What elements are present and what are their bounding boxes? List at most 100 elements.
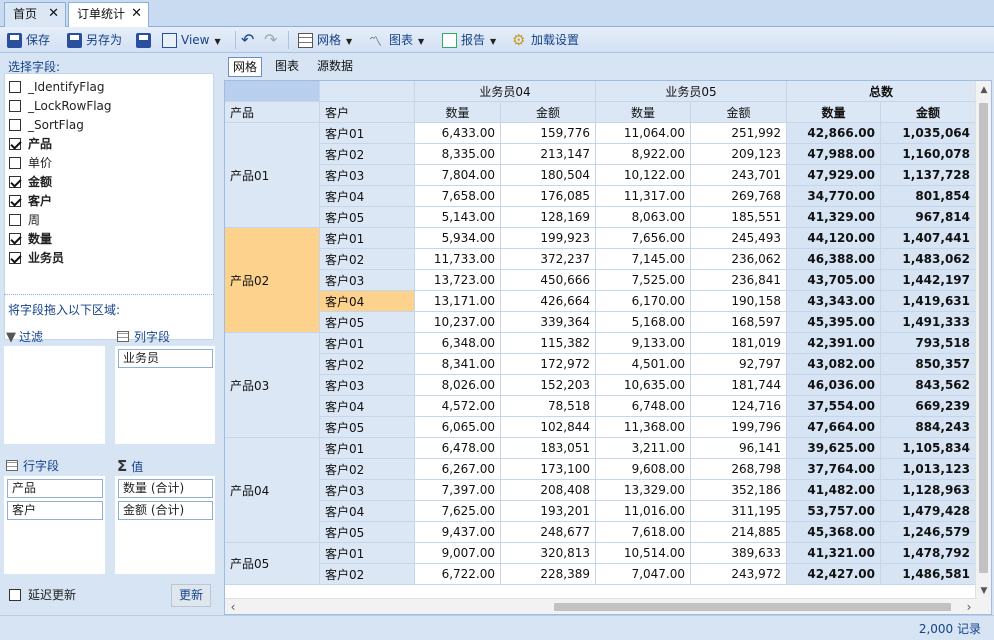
scroll-right-icon[interactable]: › bbox=[961, 600, 977, 614]
table-row[interactable]: 客户02 6,722.00 228,389 7,047.00 243,972 42,427… bbox=[225, 563, 976, 585]
value-cell[interactable]: 4,572.00 bbox=[414, 395, 501, 417]
value-cell[interactable]: 5,143.00 bbox=[414, 206, 501, 228]
checkbox[interactable] bbox=[9, 80, 21, 93]
value-cell[interactable]: 199,796 bbox=[690, 416, 787, 438]
scroll-up-icon[interactable]: ▲ bbox=[976, 83, 991, 97]
refresh-button[interactable]: 更新 bbox=[171, 584, 211, 607]
total-cell[interactable]: 46,388.00 bbox=[786, 248, 881, 270]
checkbox[interactable] bbox=[9, 232, 21, 245]
value-field-chip[interactable]: 数量 (合计) bbox=[118, 479, 213, 498]
filter-drop-area[interactable] bbox=[4, 346, 105, 444]
value-cell[interactable]: 13,171.00 bbox=[414, 290, 501, 312]
value-cell[interactable]: 11,016.00 bbox=[595, 500, 691, 522]
customer-cell[interactable]: 客户01 bbox=[319, 437, 415, 459]
row-header-customer[interactable]: 客户 bbox=[319, 101, 415, 123]
value-field-chip[interactable]: 金额 (合计) bbox=[118, 501, 213, 520]
table-row[interactable]: 客户04 13,171.00 426,664 6,170.00 190,158 43,34… bbox=[225, 290, 976, 312]
value-cell[interactable]: 9,608.00 bbox=[595, 458, 691, 480]
total-cell[interactable]: 45,368.00 bbox=[786, 521, 881, 543]
customer-cell[interactable]: 客户02 bbox=[319, 248, 415, 270]
checkbox[interactable] bbox=[9, 175, 21, 188]
header-cell[interactable] bbox=[319, 81, 415, 102]
grid-dropdown[interactable]: 网格 ▼ bbox=[298, 30, 352, 50]
total-cell[interactable]: 1,407,441 bbox=[880, 227, 976, 249]
value-cell[interactable]: 193,201 bbox=[500, 500, 596, 522]
value-cell[interactable]: 8,335.00 bbox=[414, 143, 501, 165]
total-cell[interactable]: 1,478,792 bbox=[880, 542, 976, 564]
value-cell[interactable]: 8,063.00 bbox=[595, 206, 691, 228]
total-cell[interactable]: 34,770.00 bbox=[786, 185, 881, 207]
table-row[interactable]: 产品04 客户01 6,478.00 183,051 3,211.00 96,141 39,… bbox=[225, 437, 976, 543]
value-cell[interactable]: 8,922.00 bbox=[595, 143, 691, 165]
total-cell[interactable]: 47,664.00 bbox=[786, 416, 881, 438]
customer-cell[interactable]: 客户04 bbox=[319, 500, 415, 522]
value-cell[interactable]: 152,203 bbox=[500, 374, 596, 396]
value-cell[interactable]: 92,797 bbox=[690, 353, 787, 375]
checkbox[interactable] bbox=[9, 213, 21, 226]
value-cell[interactable]: 6,267.00 bbox=[414, 458, 501, 480]
load-settings-button[interactable]: ⚙ 加载设置 bbox=[512, 30, 579, 50]
value-cell[interactable]: 352,186 bbox=[690, 479, 787, 501]
table-row[interactable]: 客户02 11,733.00 372,237 7,145.00 236,062 46,38… bbox=[225, 248, 976, 270]
total-cell[interactable]: 42,866.00 bbox=[786, 122, 881, 144]
total-cell[interactable]: 37,764.00 bbox=[786, 458, 881, 480]
value-cell[interactable]: 7,618.00 bbox=[595, 521, 691, 543]
customer-cell[interactable]: 客户03 bbox=[319, 269, 415, 291]
table-row[interactable]: 客户05 9,437.00 248,677 7,618.00 214,885 45,368… bbox=[225, 521, 976, 543]
value-drop-area[interactable]: 数量 (合计) 金额 (合计) bbox=[115, 476, 215, 574]
value-cell[interactable]: 13,329.00 bbox=[595, 479, 691, 501]
total-cell[interactable]: 793,518 bbox=[880, 332, 976, 354]
view-tab-grid[interactable]: 网格 bbox=[228, 57, 263, 77]
column-header[interactable]: 金额 bbox=[500, 101, 596, 123]
value-cell[interactable]: 181,744 bbox=[690, 374, 787, 396]
value-cell[interactable]: 176,085 bbox=[500, 185, 596, 207]
column-field-chip[interactable]: 业务员 bbox=[118, 349, 213, 368]
value-cell[interactable]: 78,518 bbox=[500, 395, 596, 417]
value-cell[interactable]: 450,666 bbox=[500, 269, 596, 291]
checkbox[interactable] bbox=[9, 194, 21, 207]
product-cell[interactable]: 产品04 bbox=[225, 437, 320, 543]
total-cell[interactable]: 47,929.00 bbox=[786, 164, 881, 186]
checkbox[interactable] bbox=[9, 118, 21, 131]
close-icon[interactable]: ✕ bbox=[48, 3, 59, 25]
column-header[interactable]: 数量 bbox=[414, 101, 501, 123]
value-cell[interactable]: 251,992 bbox=[690, 122, 787, 144]
value-cell[interactable]: 6,433.00 bbox=[414, 122, 501, 144]
value-cell[interactable]: 124,716 bbox=[690, 395, 787, 417]
customer-cell[interactable]: 客户04 bbox=[319, 395, 415, 417]
value-cell[interactable]: 228,389 bbox=[500, 563, 596, 585]
checkbox[interactable] bbox=[9, 588, 21, 601]
total-cell[interactable]: 1,160,078 bbox=[880, 143, 976, 165]
column-group-header[interactable]: 业务员04 bbox=[414, 81, 596, 102]
value-cell[interactable]: 168,597 bbox=[690, 311, 787, 333]
value-cell[interactable]: 243,701 bbox=[690, 164, 787, 186]
corner-cell[interactable] bbox=[225, 81, 320, 102]
value-cell[interactable]: 11,317.00 bbox=[595, 185, 691, 207]
value-cell[interactable]: 236,062 bbox=[690, 248, 787, 270]
value-cell[interactable]: 11,064.00 bbox=[595, 122, 691, 144]
table-row[interactable]: 客户04 7,658.00 176,085 11,317.00 269,768 34,77… bbox=[225, 185, 976, 207]
value-cell[interactable]: 173,100 bbox=[500, 458, 596, 480]
total-cell[interactable]: 1,483,062 bbox=[880, 248, 976, 270]
product-cell[interactable]: 产品05 bbox=[225, 542, 320, 585]
customer-cell[interactable]: 客户03 bbox=[319, 164, 415, 186]
value-cell[interactable]: 128,169 bbox=[500, 206, 596, 228]
value-cell[interactable]: 8,026.00 bbox=[414, 374, 501, 396]
total-cell[interactable]: 43,082.00 bbox=[786, 353, 881, 375]
value-cell[interactable]: 208,408 bbox=[500, 479, 596, 501]
value-cell[interactable]: 3,211.00 bbox=[595, 437, 691, 459]
checkbox[interactable] bbox=[9, 251, 21, 264]
table-row[interactable]: 产品01 客户01 6,433.00 159,776 11,064.00 251,992 4… bbox=[225, 122, 976, 228]
customer-cell[interactable]: 客户03 bbox=[319, 374, 415, 396]
table-row[interactable]: 客户02 6,267.00 173,100 9,608.00 268,798 37,764… bbox=[225, 458, 976, 480]
value-cell[interactable]: 9,437.00 bbox=[414, 521, 501, 543]
customer-cell[interactable]: 客户05 bbox=[319, 521, 415, 543]
view-tab-chart[interactable]: 图表 bbox=[271, 57, 303, 77]
table-row[interactable]: 客户02 8,335.00 213,147 8,922.00 209,123 47,988… bbox=[225, 143, 976, 165]
total-cell[interactable]: 47,988.00 bbox=[786, 143, 881, 165]
value-cell[interactable]: 7,397.00 bbox=[414, 479, 501, 501]
value-cell[interactable]: 172,972 bbox=[500, 353, 596, 375]
column-group-header[interactable]: 业务员05 bbox=[595, 81, 787, 102]
column-drop-area[interactable]: 业务员 bbox=[115, 346, 215, 444]
value-cell[interactable]: 7,525.00 bbox=[595, 269, 691, 291]
